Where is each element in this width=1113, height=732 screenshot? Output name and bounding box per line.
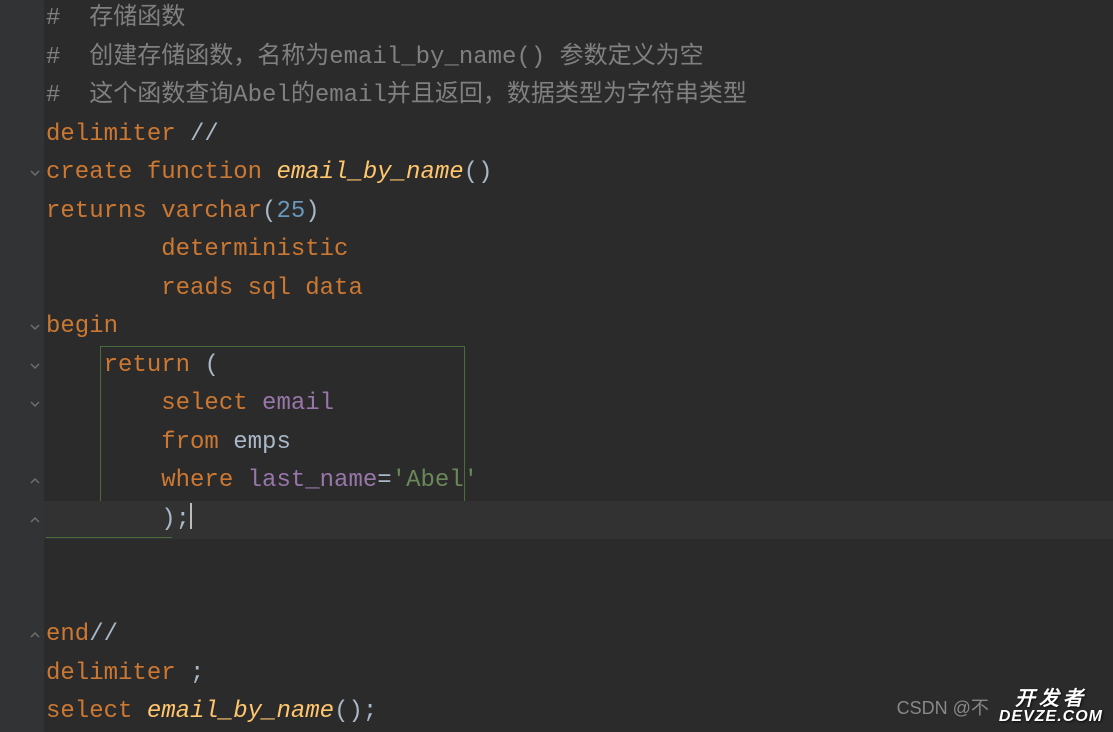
token-slash: //	[89, 621, 118, 648]
fold-close-icon[interactable]	[28, 474, 42, 488]
token-comment: # 这个函数查询	[46, 82, 233, 109]
code-line[interactable]: end//	[44, 616, 1113, 655]
token-white	[46, 467, 161, 494]
csdn-watermark-text: CSDN @不	[897, 694, 989, 720]
code-line[interactable]: reads sql data	[44, 270, 1113, 309]
code-line[interactable]: # 这个函数查询Abel的email并且返回，数据类型为字符串类型	[44, 77, 1113, 116]
watermark: CSDN @不 开发者 DEVZE.COM	[897, 690, 1103, 724]
code-line[interactable]: delimiter ;	[44, 655, 1113, 694]
token-keyword: delimiter	[46, 121, 190, 148]
code-line[interactable]: select email	[44, 385, 1113, 424]
token-function-name: email_by_name	[276, 159, 463, 186]
token-white	[46, 390, 161, 417]
token-white: ;	[363, 698, 377, 725]
fold-open-icon[interactable]	[28, 166, 42, 180]
code-line[interactable]	[44, 539, 1113, 578]
token-comment-en: email	[315, 82, 387, 109]
token-paren: (	[204, 352, 218, 379]
token-comment: 参数定义为空	[560, 44, 704, 71]
fold-close-icon[interactable]	[28, 628, 42, 642]
code-line[interactable]: delimiter //	[44, 116, 1113, 155]
code-line[interactable]: returns varchar(25)	[44, 193, 1113, 232]
token-paren: )	[305, 198, 319, 225]
token-column: last_name	[248, 467, 378, 494]
code-line[interactable]: deterministic	[44, 231, 1113, 270]
token-white	[46, 236, 161, 263]
token-keyword: deterministic	[161, 236, 348, 263]
token-white	[46, 352, 104, 379]
token-keyword: return	[104, 352, 205, 379]
token-paren: (	[262, 198, 276, 225]
code-line[interactable]: where last_name='Abel'	[44, 462, 1113, 501]
token-comment: # 存储函数	[46, 5, 185, 32]
code-line[interactable]: create function email_by_name()	[44, 154, 1113, 193]
token-white	[46, 429, 161, 456]
token-white	[46, 275, 161, 302]
token-string: 'Abel'	[392, 467, 478, 494]
fold-open-icon[interactable]	[28, 320, 42, 334]
token-comment: # 创建存储函数，名称为	[46, 44, 329, 71]
token-comment-en: Abel	[233, 82, 291, 109]
token-keyword: where	[161, 467, 247, 494]
devze-logo: 开发者 DEVZE.COM	[999, 690, 1103, 724]
token-keyword: reads sql data	[161, 275, 363, 302]
fold-open-icon[interactable]	[28, 397, 42, 411]
token-paren: ()	[334, 698, 363, 725]
token-comment-en: email_by_name()	[329, 44, 559, 71]
gutter	[0, 0, 44, 732]
token-paren: ()	[464, 159, 493, 186]
code-line[interactable]	[44, 578, 1113, 617]
token-white	[46, 506, 161, 533]
token-white: ;	[190, 660, 204, 687]
code-line[interactable]: # 创建存储函数，名称为email_by_name() 参数定义为空	[44, 39, 1113, 78]
code-line[interactable]: );	[44, 501, 1113, 540]
token-paren: )	[161, 506, 175, 533]
token-keyword: begin	[46, 313, 118, 340]
token-white: =	[377, 467, 391, 494]
token-keyword: select	[161, 390, 262, 417]
token-keyword: create function	[46, 159, 276, 186]
text-cursor	[190, 503, 192, 529]
token-white: ;	[176, 506, 190, 533]
token-column: email	[262, 390, 334, 417]
token-slash: //	[190, 121, 219, 148]
code-line[interactable]: from emps	[44, 424, 1113, 463]
code-line[interactable]: begin	[44, 308, 1113, 347]
token-comment: 并且返回，数据类型为字符串类型	[387, 82, 747, 109]
token-keyword: returns varchar	[46, 198, 262, 225]
code-line[interactable]: return (	[44, 347, 1113, 386]
code-line[interactable]: # 存储函数	[44, 0, 1113, 39]
token-keyword: end	[46, 621, 89, 648]
token-keyword: from	[161, 429, 233, 456]
fold-close-icon[interactable]	[28, 513, 42, 527]
token-keyword: select	[46, 698, 147, 725]
token-comment: 的	[291, 82, 315, 109]
token-identifier: emps	[233, 429, 291, 456]
fold-open-icon[interactable]	[28, 359, 42, 373]
token-function-name: email_by_name	[147, 698, 334, 725]
token-keyword: delimiter	[46, 660, 190, 687]
token-number: 25	[276, 198, 305, 225]
code-editor[interactable]: # 存储函数# 创建存储函数，名称为email_by_name() 参数定义为空…	[0, 0, 1113, 732]
code-area[interactable]: # 存储函数# 创建存储函数，名称为email_by_name() 参数定义为空…	[44, 0, 1113, 732]
